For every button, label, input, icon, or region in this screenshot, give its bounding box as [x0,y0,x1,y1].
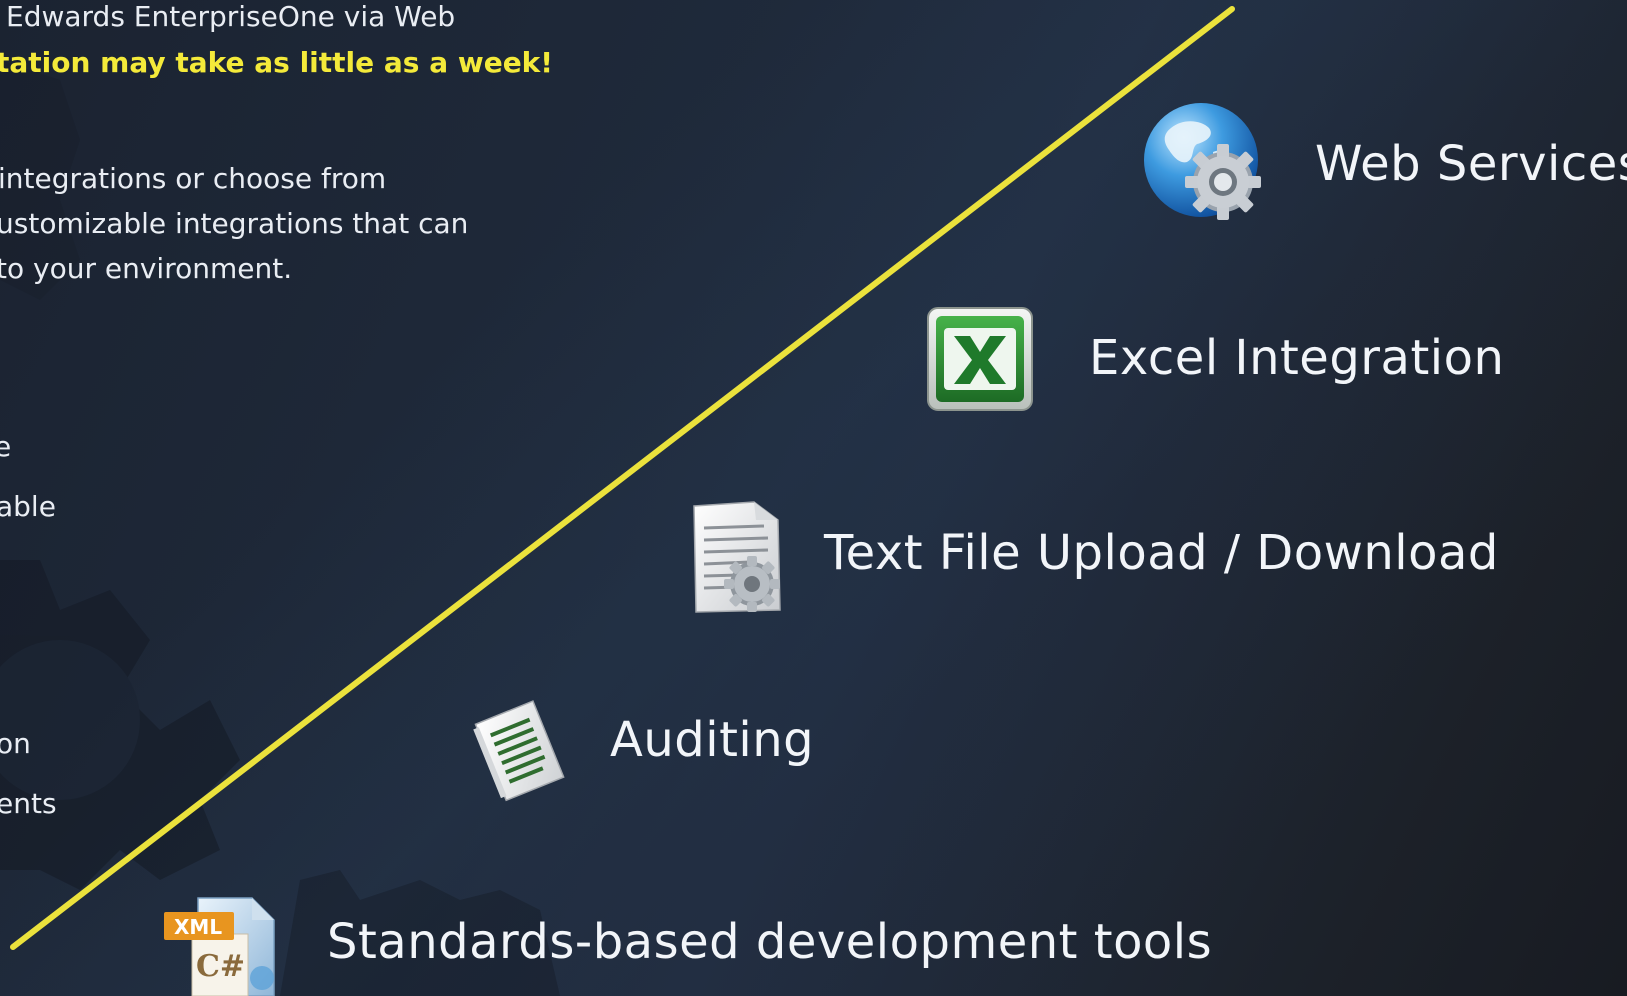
left-text-highlight: tation may take as little as a week! [0,46,554,79]
globe-gear-icon [1143,102,1265,224]
feature-standards-based-tools: Standards-based development tools [327,914,1212,970]
xml-label: XML [174,915,222,939]
feature-excel-integration: Excel Integration [1089,330,1504,386]
xml-csharp-file-icon: C# XML [162,896,282,996]
feature-label-web-services: Web Services [1315,136,1627,192]
left-text-line-1: Edwards EnterpriseOne via Web [6,0,456,33]
feature-label-auditing: Auditing [610,712,815,768]
excel-icon [926,306,1034,412]
left-text-line-3: integrations or choose from [0,162,387,195]
csharp-label: C# [196,949,245,984]
left-text-line-5: to your environment. [0,252,293,285]
audit-document-icon [471,700,567,804]
feature-label-text-file: Text File Upload / Download [824,525,1499,581]
feature-label-standards-tools: Standards-based development tools [327,914,1213,970]
feature-auditing: Auditing [610,712,814,768]
left-text-line-9: ents [0,787,57,820]
left-text-line-8: on [0,727,31,760]
slide: Edwards EnterpriseOne via Web tation may… [0,0,1627,996]
feature-text-file-upload-download: Text File Upload / Download [824,525,1499,581]
feature-label-excel-integration: Excel Integration [1089,330,1505,386]
left-text-line-7: able [0,490,56,523]
text-file-gear-icon [690,498,786,618]
left-text-line-4: ustomizable integrations that can [0,207,469,240]
left-text-line-6: e [0,430,12,463]
feature-web-services: Web Services [1315,136,1627,192]
